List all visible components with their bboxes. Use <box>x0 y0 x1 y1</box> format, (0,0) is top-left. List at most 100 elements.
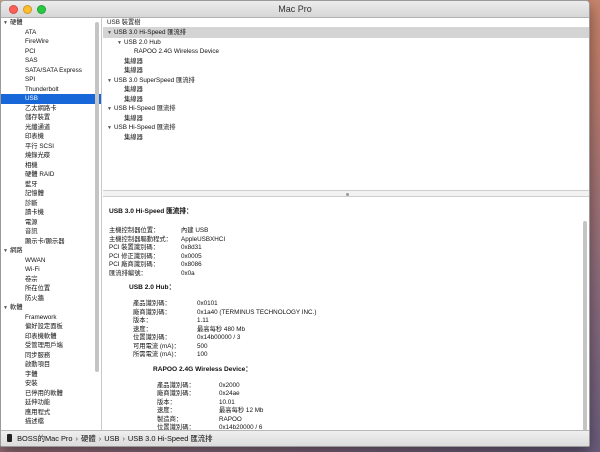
sidebar-item-label: 硬體 <box>10 19 23 26</box>
sidebar-section-header[interactable]: ▼ 軟體 <box>1 303 101 313</box>
sidebar-item[interactable]: 卷宗 <box>1 275 101 285</box>
detail-title: USB 3.0 Hi-Speed 匯流排： <box>109 208 193 215</box>
sidebar-item[interactable]: 診斷 <box>1 199 101 209</box>
tree-row[interactable]: ▼ USB Hi-Speed 匯流排 <box>103 104 589 114</box>
tree-column-header[interactable]: USB 裝置樹 <box>103 18 589 28</box>
splitter-grip-icon[interactable] <box>346 193 349 196</box>
sidebar-section-header[interactable]: ▼ 硬體 <box>1 18 101 28</box>
sidebar-item[interactable]: 藍牙 <box>1 180 101 190</box>
field-value: 0x8d31 <box>181 244 202 251</box>
detail-field-row: 位置識別碼： 0x14b00000 / 3 <box>103 334 589 343</box>
sidebar-scrollbar[interactable] <box>95 22 99 372</box>
sidebar-item-label: WWAN <box>25 256 46 264</box>
hub-fields: 產品識別碼： 0x0101 廠商識別碼： 0x1a40 (TERMINUS TECHN… <box>103 300 589 360</box>
sidebar-section-header[interactable]: ▼ 網路 <box>1 246 101 256</box>
field-label: 製造商： <box>157 415 183 423</box>
sidebar-item[interactable]: 乙太網路卡 <box>1 104 101 114</box>
field-value: 0x1a40 (TERMINUS TECHNOLOGY INC.) <box>197 308 317 316</box>
sidebar-item-label: 已停用的軟體 <box>25 389 63 397</box>
field-value: 0x14b00000 / 3 <box>197 334 241 341</box>
sidebar-item[interactable]: 防火牆 <box>1 294 101 304</box>
sidebar-list: ▼ 硬體 ATA FireWire PCI SAS SATA/SATA Express SPI… <box>1 18 101 427</box>
sidebar-item[interactable]: 所在位置 <box>1 284 101 294</box>
sidebar-item[interactable]: 描述檔 <box>1 417 101 427</box>
sidebar-item[interactable]: 顯示卡/顯示器 <box>1 237 101 247</box>
tree-row[interactable]: 集線器 <box>103 133 589 143</box>
sidebar-item-label: 顯示卡/顯示器 <box>25 237 65 245</box>
sidebar-item[interactable]: PCI <box>1 47 101 57</box>
sidebar-item-label: 同步服務 <box>25 351 51 359</box>
sidebar-item[interactable]: 印表機 <box>1 132 101 142</box>
tree-row[interactable]: ▼ USB 3.0 Hi-Speed 匯流排 <box>103 28 589 38</box>
sidebar-item-label: 儲存裝置 <box>25 114 51 121</box>
sidebar-item[interactable]: SATA/SATA Express <box>1 66 101 76</box>
field-label: 主機控制器驅動程式： <box>109 235 172 243</box>
sidebar-item-label: 讀卡機 <box>25 209 44 216</box>
sidebar-item[interactable]: 偏好設定面板 <box>1 322 101 332</box>
sidebar-item[interactable]: 記憶體 <box>1 189 101 199</box>
sidebar-item[interactable]: 平行 SCSI <box>1 142 101 152</box>
path-item[interactable]: USB <box>104 434 119 443</box>
tree-row[interactable]: ▼ USB 2.0 Hub <box>103 38 589 48</box>
path-item[interactable]: USB 3.0 Hi-Speed 匯流排 <box>128 434 213 443</box>
tree-row-label: 集線器 <box>124 95 143 103</box>
sidebar-item-label: 硬體 RAID <box>25 171 55 178</box>
tree-row[interactable]: 集線器 <box>103 95 589 105</box>
sidebar-item[interactable]: 延伸功能 <box>1 398 101 408</box>
tree-row[interactable]: 集線器 <box>103 66 589 76</box>
sidebar-item[interactable]: 光纖通道 <box>1 123 101 133</box>
detail-scrollbar[interactable] <box>583 221 587 431</box>
sidebar-item[interactable]: SPI <box>1 75 101 85</box>
zoom-button[interactable] <box>37 5 46 14</box>
sidebar-item[interactable]: ATA <box>1 28 101 38</box>
tree-row[interactable]: RAPOO 2.4G Wireless Device <box>103 47 589 57</box>
sidebar-item[interactable]: 啟動項目 <box>1 360 101 370</box>
sidebar-item[interactable]: 同步服務 <box>1 351 101 361</box>
field-value: 0x0a <box>181 269 195 277</box>
sidebar-item[interactable]: 電源 <box>1 218 101 228</box>
tree-row[interactable]: 集線器 <box>103 114 589 124</box>
sidebar-item[interactable]: Framework <box>1 313 101 323</box>
tree-row-label: 集線器 <box>124 67 143 74</box>
path-item[interactable]: BOSS的Mac Pro <box>17 434 72 443</box>
sidebar-item[interactable]: Thunderbolt <box>1 85 101 95</box>
sidebar-item[interactable]: 印表機軟體 <box>1 332 101 342</box>
sidebar-item[interactable]: USB <box>1 94 101 104</box>
sidebar-item[interactable]: 音訊 <box>1 227 101 237</box>
sidebar-item[interactable]: 燒錄光碟 <box>1 151 101 161</box>
minimize-button[interactable] <box>23 5 32 14</box>
field-label: 匯流排編號： <box>109 269 147 277</box>
field-value: 0x2000 <box>219 381 240 389</box>
sidebar-item[interactable]: SAS <box>1 56 101 66</box>
pane-splitter[interactable] <box>103 190 589 197</box>
sidebar-item[interactable]: 硬體 RAID <box>1 170 101 180</box>
sidebar-item-label: 記憶體 <box>25 190 44 197</box>
tree-row[interactable]: ▼ USB Hi-Speed 匯流排 <box>103 123 589 133</box>
field-label: 產品識別碼： <box>133 300 171 307</box>
tree-row[interactable]: 集線器 <box>103 57 589 67</box>
sidebar-item[interactable]: FireWire <box>1 37 101 47</box>
sidebar-item[interactable]: 讀卡機 <box>1 208 101 218</box>
field-label: 主機控制器位置： <box>109 227 160 234</box>
sidebar-item[interactable]: WWAN <box>1 256 101 266</box>
sidebar-item[interactable]: 相機 <box>1 161 101 171</box>
tree-row-label: USB 2.0 Hub <box>124 38 161 46</box>
sidebar-item-label: 偏好設定面板 <box>25 323 63 330</box>
sidebar-item[interactable]: 安裝 <box>1 379 101 389</box>
sidebar-item[interactable]: 已停用的軟體 <box>1 389 101 399</box>
sidebar-item-label: 相機 <box>25 161 38 169</box>
sidebar-item[interactable]: 受管理用戶端 <box>1 341 101 351</box>
sidebar-item-label: 字體 <box>25 370 38 378</box>
tree-row-label: RAPOO 2.4G Wireless Device <box>134 48 220 55</box>
tree-row-label: USB Hi-Speed 匯流排 <box>114 124 176 131</box>
sidebar-item[interactable]: Wi-Fi <box>1 265 101 275</box>
field-label: 所需電流 (mA)： <box>133 351 180 358</box>
tree-row[interactable]: ▼ USB 3.0 SuperSpeed 匯流排 <box>103 76 589 86</box>
close-button[interactable] <box>9 5 18 14</box>
title-bar[interactable]: Mac Pro <box>1 1 589 18</box>
path-item[interactable]: 硬體 <box>81 434 96 443</box>
tree-row[interactable]: 集線器 <box>103 85 589 95</box>
sidebar-item[interactable]: 儲存裝置 <box>1 113 101 123</box>
sidebar-item[interactable]: 應用程式 <box>1 408 101 418</box>
sidebar-item[interactable]: 字體 <box>1 370 101 380</box>
